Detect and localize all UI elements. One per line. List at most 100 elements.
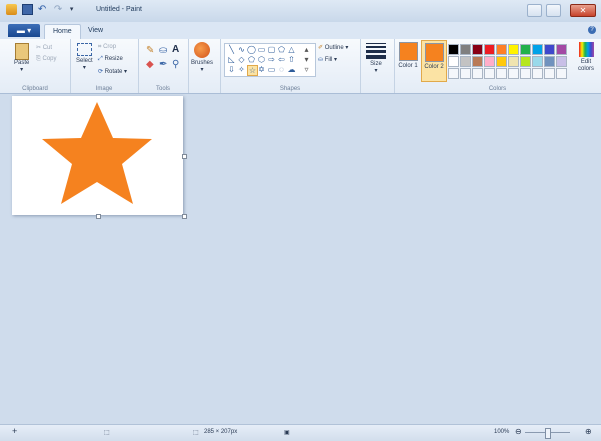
brushes-button[interactable]: Brushes ▾ <box>191 42 213 73</box>
resize-handle-corner[interactable] <box>182 214 187 219</box>
text-icon[interactable]: A <box>172 44 179 55</box>
clipboard-group-label: Clipboard <box>22 86 48 92</box>
custom-color-slot[interactable] <box>472 68 483 79</box>
paste-button[interactable]: Paste ▾ <box>14 43 29 73</box>
custom-color-slot[interactable] <box>544 68 555 79</box>
zoom-in-button[interactable]: ⊕ <box>585 427 592 436</box>
customize-toolbar-icon[interactable]: ▾ <box>70 4 81 15</box>
paint-app-icon[interactable] <box>6 4 17 15</box>
right-arrow-shape-icon[interactable]: ⇨ <box>267 55 276 64</box>
size-button[interactable]: Size ▾ <box>366 43 386 74</box>
magnifier-icon[interactable]: ⚲ <box>172 59 179 70</box>
file-menu-button[interactable]: ▬ ▾ <box>8 24 40 37</box>
custom-color-slot[interactable] <box>520 68 531 79</box>
rounded-rectangle-shape-icon[interactable]: ▢ <box>267 45 276 54</box>
palette-swatch[interactable] <box>556 56 567 67</box>
custom-color-slot[interactable] <box>460 68 471 79</box>
up-arrow-shape-icon[interactable]: ⇧ <box>287 55 296 64</box>
palette-swatch[interactable] <box>532 44 543 55</box>
palette-swatch[interactable] <box>520 56 531 67</box>
rectangle-shape-icon[interactable]: ▭ <box>257 45 266 54</box>
file-size-icon: ▣ <box>284 430 290 436</box>
color-picker-icon[interactable]: ✒ <box>159 59 167 70</box>
palette-swatch[interactable] <box>544 44 555 55</box>
shapes-gallery[interactable]: ╲ ∿ ◯ ▭ ▢ ⬠ △ ◺ ◇ ⬠ ⬡ ⇨ ⇦ ⇧ ⇩ ✧ ☆ ✡ ▭ ◌ … <box>224 43 316 77</box>
oval-callout-shape-icon[interactable]: ◌ <box>277 65 286 74</box>
redo-icon[interactable]: ↷ <box>54 4 65 15</box>
color2-button[interactable]: Color 2 <box>421 40 447 82</box>
palette-swatch[interactable] <box>508 44 519 55</box>
resize-handle-bottom[interactable] <box>96 214 101 219</box>
scroll-down-icon[interactable]: ▾ <box>302 55 311 64</box>
custom-color-slot[interactable] <box>496 68 507 79</box>
line-shape-icon[interactable]: ╲ <box>227 45 236 54</box>
color1-button[interactable]: Color 1 <box>398 42 418 70</box>
palette-swatch[interactable] <box>472 56 483 67</box>
line-size-icon <box>366 43 386 59</box>
custom-color-slot[interactable] <box>448 68 459 79</box>
color2-swatch <box>424 43 444 62</box>
resize-handle-right[interactable] <box>182 154 187 159</box>
scroll-up-icon[interactable]: ▴ <box>302 45 311 54</box>
curve-shape-icon[interactable]: ∿ <box>237 45 246 54</box>
drawing-canvas[interactable] <box>12 96 187 219</box>
palette-swatch[interactable] <box>556 44 567 55</box>
close-button[interactable]: ✕ <box>570 4 596 17</box>
tab-home[interactable]: Home <box>44 24 81 39</box>
outline-button[interactable]: ✐ Outline ▾ <box>318 44 348 51</box>
star-shape <box>42 102 152 204</box>
pentagon-shape-icon[interactable]: ⬠ <box>247 55 256 64</box>
crop-button[interactable]: ⌗ Crop <box>98 44 116 51</box>
save-icon[interactable] <box>21 4 33 15</box>
palette-swatch[interactable] <box>460 44 471 55</box>
crop-icon: ⌗ <box>98 44 102 50</box>
polygon-shape-icon[interactable]: ⬠ <box>277 45 286 54</box>
rotate-button[interactable]: ⟳ Rotate ▾ <box>98 68 127 75</box>
fill-bucket-icon[interactable]: ⛀ <box>159 45 167 56</box>
palette-swatch[interactable] <box>520 44 531 55</box>
palette-swatch[interactable] <box>496 44 507 55</box>
edit-colors-button[interactable]: Edit colors <box>574 42 598 73</box>
palette-swatch[interactable] <box>472 44 483 55</box>
eraser-icon[interactable]: ◆ <box>146 59 154 70</box>
select-button[interactable]: Select ▾ <box>76 43 93 71</box>
custom-color-slot[interactable] <box>484 68 495 79</box>
scissors-icon: ✂ <box>36 45 42 51</box>
left-arrow-shape-icon[interactable]: ⇦ <box>277 55 286 64</box>
palette-swatch[interactable] <box>532 56 543 67</box>
pencil-icon[interactable]: ✎ <box>146 45 154 56</box>
zoom-slider-thumb[interactable] <box>545 428 551 439</box>
tab-view[interactable]: View <box>80 24 111 38</box>
palette-swatch[interactable] <box>484 56 495 67</box>
six-point-star-shape-icon[interactable]: ✡ <box>257 65 266 74</box>
right-triangle-shape-icon[interactable]: ◺ <box>227 55 236 64</box>
zoom-out-button[interactable]: ⊖ <box>515 427 522 436</box>
palette-swatch[interactable] <box>544 56 555 67</box>
copy-button[interactable]: ⎘ Copy <box>36 56 57 63</box>
palette-swatch[interactable] <box>448 56 459 67</box>
custom-color-slot[interactable] <box>532 68 543 79</box>
diamond-shape-icon[interactable]: ◇ <box>237 55 246 64</box>
palette-swatch[interactable] <box>460 56 471 67</box>
help-icon[interactable]: ? <box>588 26 596 34</box>
palette-swatch[interactable] <box>508 56 519 67</box>
minimize-button[interactable] <box>527 4 542 17</box>
four-point-star-shape-icon[interactable]: ✧ <box>237 65 246 74</box>
custom-color-slot[interactable] <box>508 68 519 79</box>
oval-shape-icon[interactable]: ◯ <box>247 45 256 54</box>
callout-shape-icon[interactable]: ▭ <box>267 65 276 74</box>
cut-button[interactable]: ✂ Cut <box>36 44 52 51</box>
custom-color-slot[interactable] <box>556 68 567 79</box>
down-arrow-shape-icon[interactable]: ⇩ <box>227 65 236 74</box>
undo-icon[interactable]: ↶ <box>38 4 49 15</box>
hexagon-shape-icon[interactable]: ⬡ <box>257 55 266 64</box>
cloud-callout-shape-icon[interactable]: ☁ <box>287 65 296 74</box>
resize-button[interactable]: ⤢ Resize <box>98 56 123 63</box>
triangle-shape-icon[interactable]: △ <box>287 45 296 54</box>
palette-swatch[interactable] <box>484 44 495 55</box>
expand-gallery-icon[interactable]: ▿ <box>302 65 311 74</box>
maximize-button[interactable] <box>546 4 561 17</box>
palette-swatch[interactable] <box>448 44 459 55</box>
palette-swatch[interactable] <box>496 56 507 67</box>
fill-button[interactable]: ⛀ Fill ▾ <box>318 56 337 63</box>
